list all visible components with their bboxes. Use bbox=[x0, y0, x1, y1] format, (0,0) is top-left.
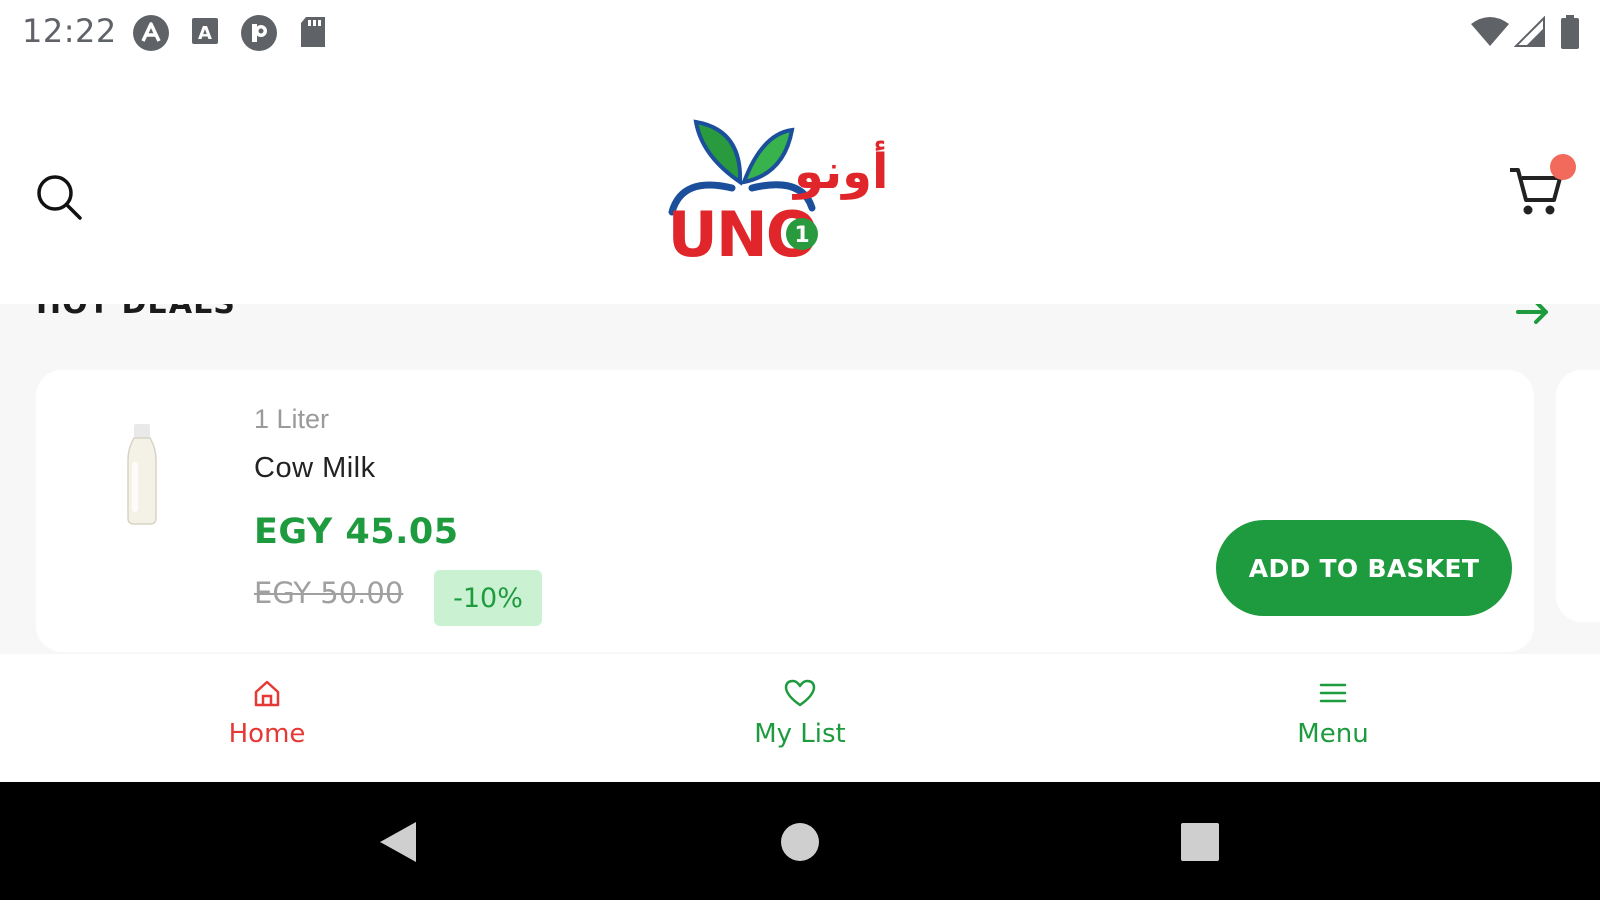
uno-logo: UNO 1 أونو bbox=[662, 116, 922, 276]
nav-my-list[interactable]: My List bbox=[700, 678, 900, 749]
home-circle-icon[interactable] bbox=[780, 822, 820, 862]
nav-home[interactable]: Home bbox=[167, 678, 367, 749]
home-icon bbox=[254, 680, 280, 707]
nav-label-menu: Menu bbox=[1297, 719, 1369, 749]
cart-badge bbox=[1550, 154, 1576, 180]
milk-bottle-image bbox=[127, 424, 157, 525]
discount-badge: -10% bbox=[434, 570, 542, 626]
nav-label-home: Home bbox=[228, 719, 306, 749]
back-icon[interactable] bbox=[378, 820, 418, 864]
product-name: Cow Milk bbox=[254, 452, 376, 484]
svg-text:A: A bbox=[198, 23, 212, 44]
arrow-right-icon[interactable] bbox=[1514, 304, 1554, 332]
next-product-card[interactable] bbox=[1556, 370, 1600, 622]
hot-deals-section: HOT DEALS 1 Liter Cow Milk EGY 45.05 EGY… bbox=[0, 304, 1600, 654]
cellular-signal-icon bbox=[1514, 16, 1545, 47]
wifi-icon bbox=[1471, 17, 1509, 46]
cart-button[interactable] bbox=[1506, 154, 1576, 224]
nav-label-my-list: My List bbox=[754, 719, 846, 749]
bottom-nav: Home My List Menu bbox=[0, 654, 1600, 782]
app-p-icon bbox=[241, 15, 277, 51]
app-a-icon bbox=[133, 15, 169, 51]
search-icon[interactable] bbox=[34, 172, 84, 222]
menu-icon bbox=[1319, 683, 1347, 703]
svg-text:1: 1 bbox=[794, 223, 809, 248]
battery-icon bbox=[1561, 15, 1579, 49]
section-title: HOT DEALS bbox=[36, 304, 236, 321]
status-bar: 12:22 A bbox=[0, 0, 1600, 64]
system-nav-bar bbox=[0, 782, 1600, 900]
recents-icon[interactable] bbox=[1180, 822, 1220, 862]
product-old-price: EGY 50.00 bbox=[254, 576, 404, 610]
logo-arabic-text: أونو bbox=[794, 144, 889, 200]
app-header: UNO 1 أونو bbox=[0, 64, 1600, 304]
product-price: EGY 45.05 bbox=[254, 512, 459, 552]
nav-menu[interactable]: Menu bbox=[1233, 678, 1433, 749]
app-letter-icon: A bbox=[192, 18, 218, 44]
heart-icon bbox=[784, 679, 816, 707]
product-card[interactable]: 1 Liter Cow Milk EGY 45.05 EGY 50.00 -10… bbox=[36, 370, 1534, 652]
product-unit: 1 Liter bbox=[254, 404, 330, 434]
status-time: 12:22 bbox=[22, 12, 117, 50]
sd-card-icon bbox=[301, 17, 325, 47]
add-to-basket-button[interactable]: ADD TO BASKET bbox=[1216, 520, 1512, 616]
